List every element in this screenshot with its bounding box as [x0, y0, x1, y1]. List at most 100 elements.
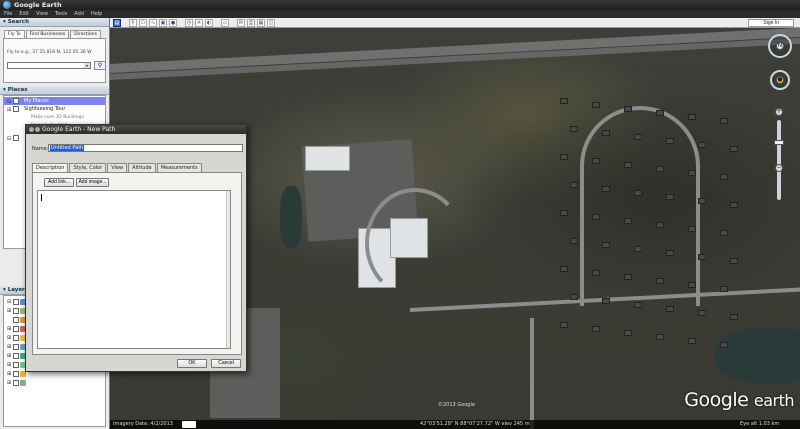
minimize-icon[interactable] [35, 127, 40, 132]
layer-row[interactable] [7, 316, 26, 324]
place-item-sightseeing-tour[interactable]: ⊞ Sightseeing Tour [4, 105, 105, 113]
ruler-icon[interactable]: ▭ [221, 18, 229, 27]
checkbox[interactable] [13, 344, 19, 350]
menu-tools[interactable]: Tools [55, 11, 67, 17]
tab-find-businesses[interactable]: Find Businesses [25, 30, 70, 38]
checkbox[interactable] [13, 353, 19, 359]
tab-directions[interactable]: Directions [70, 30, 101, 38]
menu-help[interactable]: Help [91, 11, 102, 17]
ok-button[interactable]: OK [177, 359, 207, 368]
tab-altitude[interactable]: Altitude [128, 163, 156, 172]
name-label: Name: [32, 146, 49, 152]
tab-measurements[interactable]: Measurements [156, 163, 202, 172]
zoom-slider[interactable] [777, 120, 781, 200]
scrollbar[interactable] [226, 191, 230, 348]
house-rooftop [560, 154, 568, 160]
expand-icon[interactable]: ⊟ [7, 135, 11, 143]
tab-view[interactable]: View [107, 163, 128, 172]
layer-row[interactable]: ⊞ [7, 307, 26, 315]
menu-file[interactable]: File [4, 11, 12, 17]
street-view-pegman-icon[interactable]: ● [776, 76, 784, 84]
expand-icon[interactable]: ⊞ [7, 362, 12, 368]
checkbox[interactable] [13, 106, 19, 112]
tab-description[interactable]: Description [32, 163, 69, 172]
checkbox[interactable] [13, 335, 19, 341]
expand-icon[interactable]: ⊞ [7, 326, 12, 332]
polygon-icon[interactable]: ⬠ [139, 18, 147, 27]
checkbox[interactable] [13, 299, 19, 305]
north-up-icon[interactable]: N [776, 42, 784, 50]
expand-icon[interactable]: ⊞ [7, 371, 12, 377]
add-link-button[interactable]: Add link... [44, 178, 74, 187]
checkbox[interactable] [13, 326, 19, 332]
print-icon[interactable]: ⎙ [247, 18, 255, 27]
expand-icon[interactable]: ⊟ [7, 299, 12, 305]
layer-row[interactable]: ⊞ [7, 370, 26, 378]
record-tour-icon[interactable]: ● [169, 18, 177, 27]
checkbox[interactable] [13, 362, 19, 368]
description-textarea[interactable] [37, 190, 231, 349]
menu-add[interactable]: Add [74, 11, 84, 17]
sidebar-toggle-icon[interactable]: ▤ [113, 18, 121, 27]
tab-fly-to[interactable]: Fly To [4, 30, 25, 38]
layer-row[interactable]: ⊞ [7, 325, 26, 333]
menu-edit[interactable]: Edit [19, 11, 29, 17]
search-panel-header[interactable]: ▾ Search [0, 18, 109, 27]
name-field[interactable]: Untitled Path [48, 144, 243, 152]
zoom-in-icon[interactable]: + [775, 108, 783, 116]
add-image-button[interactable]: Add image... [76, 178, 109, 187]
house-rooftop [602, 186, 610, 192]
email-icon[interactable]: ✉ [237, 18, 245, 27]
path-icon[interactable]: ∿ [149, 18, 157, 27]
dialog-title: Google Earth - New Path [42, 126, 116, 133]
layer-row[interactable]: ⊞ [7, 343, 26, 351]
save-image-icon[interactable]: ◫ [267, 18, 275, 27]
expand-icon[interactable]: ⊞ [7, 380, 12, 386]
image-overlay-icon[interactable]: ▣ [159, 18, 167, 27]
places-panel-header[interactable]: ▾ Places [0, 86, 109, 95]
checkbox[interactable] [13, 98, 19, 104]
fly-to-hint: Fly to e.g., 37 25.818 N, 122 05.36 W [7, 50, 92, 55]
house-rooftop [570, 126, 578, 132]
expand-icon[interactable]: ⊞ [7, 344, 12, 350]
layer-row[interactable]: ⊞ [7, 379, 26, 387]
expand-icon[interactable]: ⊞ [7, 335, 12, 341]
checkbox[interactable] [13, 308, 19, 314]
text-caret [41, 194, 42, 201]
dialog-tabs: Description Style, Color View Altitude M… [32, 163, 202, 172]
checkbox[interactable] [13, 135, 19, 141]
tab-style-color[interactable]: Style, Color [69, 163, 107, 172]
layer-row[interactable]: ⊞ [7, 334, 26, 342]
search-button[interactable]: ⚲ [94, 61, 106, 70]
fly-to-input[interactable]: ▾ [7, 62, 91, 69]
expand-icon[interactable]: ⊞ [7, 353, 12, 359]
layer-row[interactable]: ⊞ [7, 361, 26, 369]
placemark-icon[interactable]: ⚲ [129, 18, 137, 27]
close-icon[interactable] [29, 127, 34, 132]
search-panel-title: Search [7, 19, 29, 25]
place-note-line-1: Make sure 3D Buildings [31, 115, 84, 120]
checkbox[interactable] [13, 371, 19, 377]
more-icon [20, 380, 26, 386]
house-rooftop [592, 326, 600, 332]
zoom-out-icon[interactable]: − [775, 164, 783, 172]
historical-imagery-icon[interactable]: ◷ [185, 18, 193, 27]
sign-in-button[interactable]: Sign In [748, 19, 794, 27]
expand-icon[interactable]: ⊞ [7, 106, 11, 114]
dialog-titlebar[interactable]: Google Earth - New Path [26, 125, 246, 134]
expand-icon[interactable]: ⊞ [7, 308, 12, 314]
checkbox[interactable] [13, 380, 19, 386]
house-rooftop [666, 138, 674, 144]
dropdown-arrow-icon[interactable]: ▾ [84, 63, 90, 68]
sunlight-icon[interactable]: ☀ [195, 18, 203, 27]
menu-view[interactable]: View [36, 11, 48, 17]
layer-row[interactable]: ⊞ [7, 352, 26, 360]
place-item-my-places[interactable]: ⊟ My Places [4, 97, 105, 105]
checkbox[interactable] [13, 317, 19, 323]
cancel-button[interactable]: Cancel [211, 359, 241, 368]
layer-row[interactable]: ⊟ [7, 298, 26, 306]
view-in-maps-icon[interactable]: ▦ [257, 18, 265, 27]
planets-icon[interactable]: ◐ [205, 18, 213, 27]
house-rooftop [730, 314, 738, 320]
zoom-slider-knob[interactable] [774, 140, 784, 145]
